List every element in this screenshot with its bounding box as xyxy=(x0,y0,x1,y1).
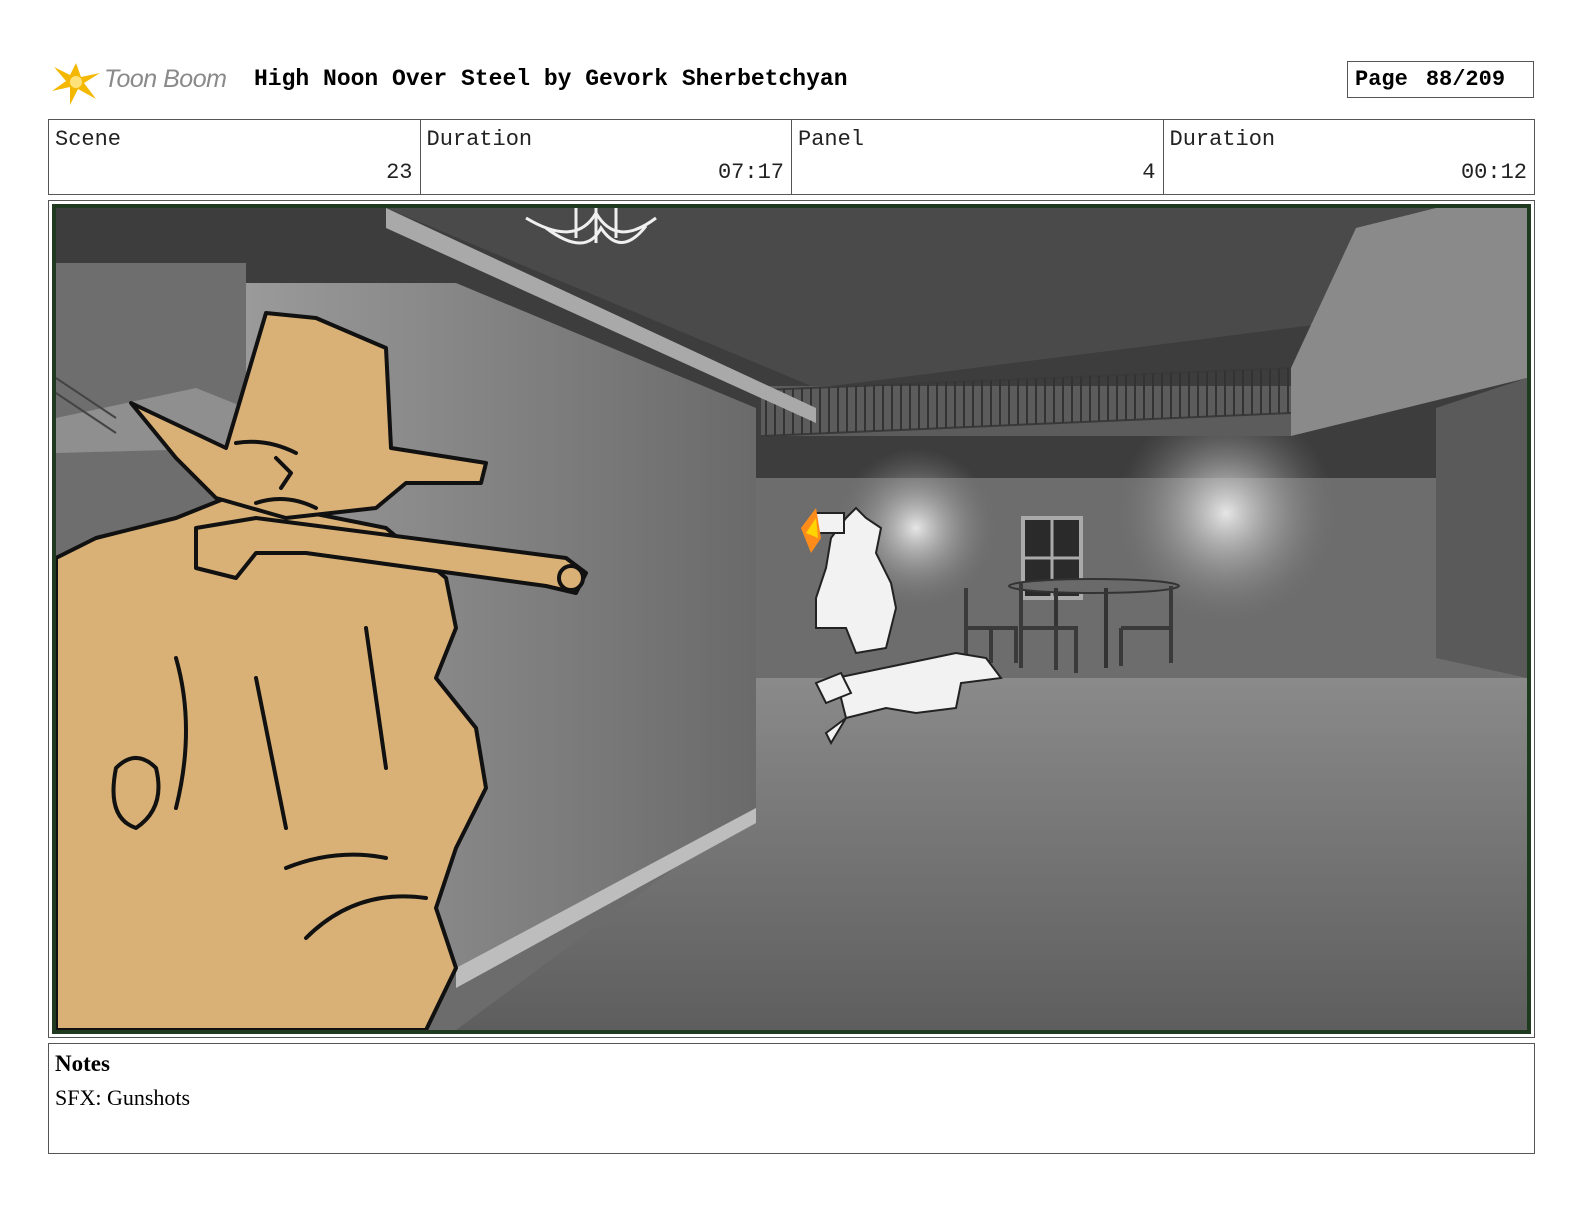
logo-text: Toon Boom xyxy=(104,65,227,93)
document-title: High Noon Over Steel by Gevork Sherbetch… xyxy=(254,66,848,92)
panel-duration-label: Duration xyxy=(1169,127,1276,152)
toon-boom-logo: Toon Boom xyxy=(50,55,240,107)
notes-text: SFX: Gunshots xyxy=(55,1085,191,1110)
scene-label: Scene xyxy=(55,127,122,152)
page-number: 88/209 xyxy=(1425,67,1506,92)
starburst-logo-icon xyxy=(52,63,100,105)
panel-duration-cell: Duration 00:12 xyxy=(1162,120,1535,194)
panel-cell: Panel 4 xyxy=(791,120,1163,194)
panel-duration-value: 00:12 xyxy=(1460,160,1527,185)
scene-duration-cell: Duration 07:17 xyxy=(419,120,792,194)
storyboard-panel-image xyxy=(52,204,1531,1034)
page-label: Page xyxy=(1355,67,1408,92)
scene-duration-label: Duration xyxy=(426,127,533,152)
notes-box: Notes SFX: Gunshots xyxy=(48,1043,1535,1154)
scene-value: 23 xyxy=(386,160,413,185)
notes-title: Notes xyxy=(55,1051,110,1076)
panel-value: 4 xyxy=(1142,160,1156,185)
scene-duration-value: 07:17 xyxy=(717,160,784,185)
saloon-scene-illustration xyxy=(56,208,1527,1030)
scene-cell: Scene 23 xyxy=(49,120,420,194)
page-indicator: Page 88/209 xyxy=(1347,61,1534,98)
panel-label: Panel xyxy=(798,127,865,152)
scene-info-table: Scene 23 Duration 07:17 Panel 4 Duration… xyxy=(48,119,1535,195)
